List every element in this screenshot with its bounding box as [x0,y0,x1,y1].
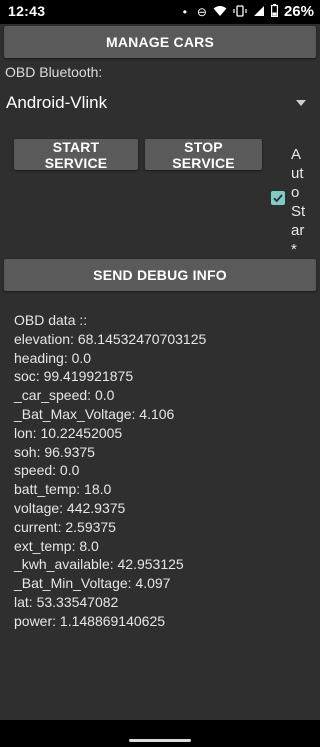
obd-data-line: speed: 0.0 [14,462,80,479]
auto-start-checkbox[interactable] [271,191,285,205]
manage-cars-button[interactable]: MANAGE CARS [4,26,316,58]
obd-data-line: elevation: 68.14532470703125 [14,330,207,347]
dropdown-arrow-icon [296,100,306,106]
obd-data-line: soh: 96.9375 [14,443,95,460]
obd-data-line: power: 1.148869140625 [14,612,166,629]
obd-device-dropdown[interactable]: Android-Vlink [6,92,314,116]
stop-service-button[interactable]: STOP SERVICE [145,139,262,171]
wifi-icon [213,4,227,20]
obd-data-line: _car_speed: 0.0 [14,387,115,404]
obd-data-line: current: 2.59375 [14,518,116,535]
obd-data-line: lon: 10.22452005 [14,424,123,441]
vibrate-icon [233,4,247,20]
obd-data-line: heading: 0.0 [14,349,92,366]
obd-data-panel: OBD data :: elevation: 68.14532470703125… [14,311,206,631]
battery-icon [270,3,278,20]
auto-start-label[interactable]: Auto Star* [291,145,307,259]
obd-data-line: soc: 99.419921875 [14,368,134,385]
navigation-bar [0,720,320,747]
checkmark-icon [273,194,283,203]
obd-device-selected: Android-Vlink [6,93,108,112]
obd-bluetooth-label: OBD Bluetooth: [5,64,103,80]
start-service-button[interactable]: START SERVICE [14,139,138,171]
status-bar: 12:43 • ⊖ 26% [0,0,320,24]
send-debug-info-button[interactable]: SEND DEBUG INFO [4,259,316,291]
obd-data-line: _kwh_available: 42.953125 [14,556,184,573]
obd-data-line: _Bat_Min_Voltage: 4.097 [14,575,171,592]
signal-icon [253,4,265,20]
status-icons: • ⊖ 26% [183,3,314,20]
status-time: 12:43 [8,3,46,19]
notification-dot-icon: • [182,4,187,19]
obd-data-line: voltage: 442.9375 [14,499,126,516]
obd-data-line: lat: 53.33547082 [14,593,119,610]
obd-data-title: OBD data :: [14,312,88,328]
obd-data-line: batt_temp: 18.0 [14,481,112,498]
home-gesture-pill[interactable] [129,739,191,742]
obd-data-line: _Bat_Max_Voltage: 4.106 [14,405,175,422]
obd-data-line: ext_temp: 8.0 [14,537,99,554]
battery-percent: 26% [283,3,314,20]
do-not-disturb-icon: ⊖ [196,4,207,19]
